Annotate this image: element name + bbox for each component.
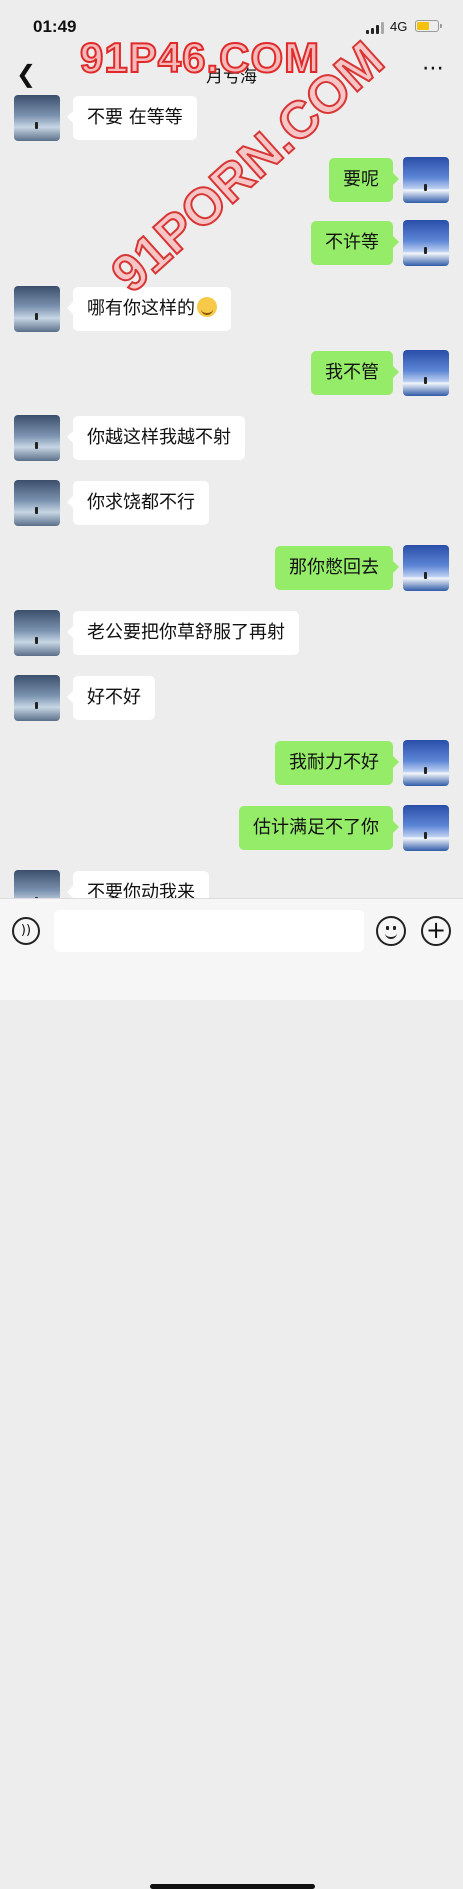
message-text: 不许等 [325,232,379,253]
my-avatar[interactable] [403,220,449,266]
input-bar: )) + [0,898,463,1889]
contact-avatar[interactable] [14,675,60,721]
my-avatar[interactable] [403,545,449,591]
laughing-emoji-icon [197,297,217,317]
contact-avatar[interactable] [14,286,60,332]
contact-avatar[interactable] [14,415,60,461]
outgoing-message-bubble[interactable]: 要呢 [329,158,399,202]
message-text: 好不好 [87,687,141,708]
battery-icon [415,20,442,32]
contact-avatar[interactable] [14,610,60,656]
signal-icon [366,22,386,34]
my-avatar[interactable] [403,350,449,396]
contact-avatar[interactable] [14,480,60,526]
message-text: 你越这样我越不射 [87,427,231,448]
more-dots-icon[interactable]: ⋯ [422,56,445,81]
my-avatar[interactable] [403,157,449,203]
message-text: 我不管 [325,362,379,383]
message-text: 你求饶都不行 [87,492,195,513]
incoming-message-bubble[interactable]: 好不好 [67,676,155,720]
network-label: 4G [390,19,408,34]
message-text: 我耐力不好 [289,752,379,773]
incoming-message-bubble[interactable]: 老公要把你草舒服了再射 [67,611,299,655]
message-text: 不要 在等等 [87,107,183,128]
message-text: 要呢 [343,169,379,190]
message-text: 估计满足不了你 [253,817,379,838]
outgoing-message-bubble[interactable]: 不许等 [311,221,399,265]
incoming-message-bubble[interactable]: 你越这样我越不射 [67,416,245,460]
contact-avatar[interactable] [14,95,60,141]
outgoing-message-bubble[interactable]: 我不管 [311,351,399,395]
outgoing-message-bubble[interactable]: 那你憋回去 [275,546,399,590]
message-text: 老公要把你草舒服了再射 [87,622,285,643]
home-indicator [150,1884,315,1889]
plus-icon[interactable]: + [421,916,451,946]
smiley-icon[interactable] [376,916,406,946]
my-avatar[interactable] [403,740,449,786]
voice-icon[interactable]: )) [12,917,40,945]
message-text: 那你憋回去 [289,557,379,578]
status-time: 01:49 [33,17,77,36]
outgoing-message-bubble[interactable]: 我耐力不好 [275,741,399,785]
my-avatar[interactable] [403,805,449,851]
incoming-message-bubble[interactable]: 你求饶都不行 [67,481,209,525]
message-input[interactable] [54,910,364,952]
outgoing-message-bubble[interactable]: 估计满足不了你 [239,806,399,850]
incoming-message-bubble[interactable]: 不要 在等等 [67,96,197,140]
watermark-91p46: 91P46.COM [79,33,321,82]
